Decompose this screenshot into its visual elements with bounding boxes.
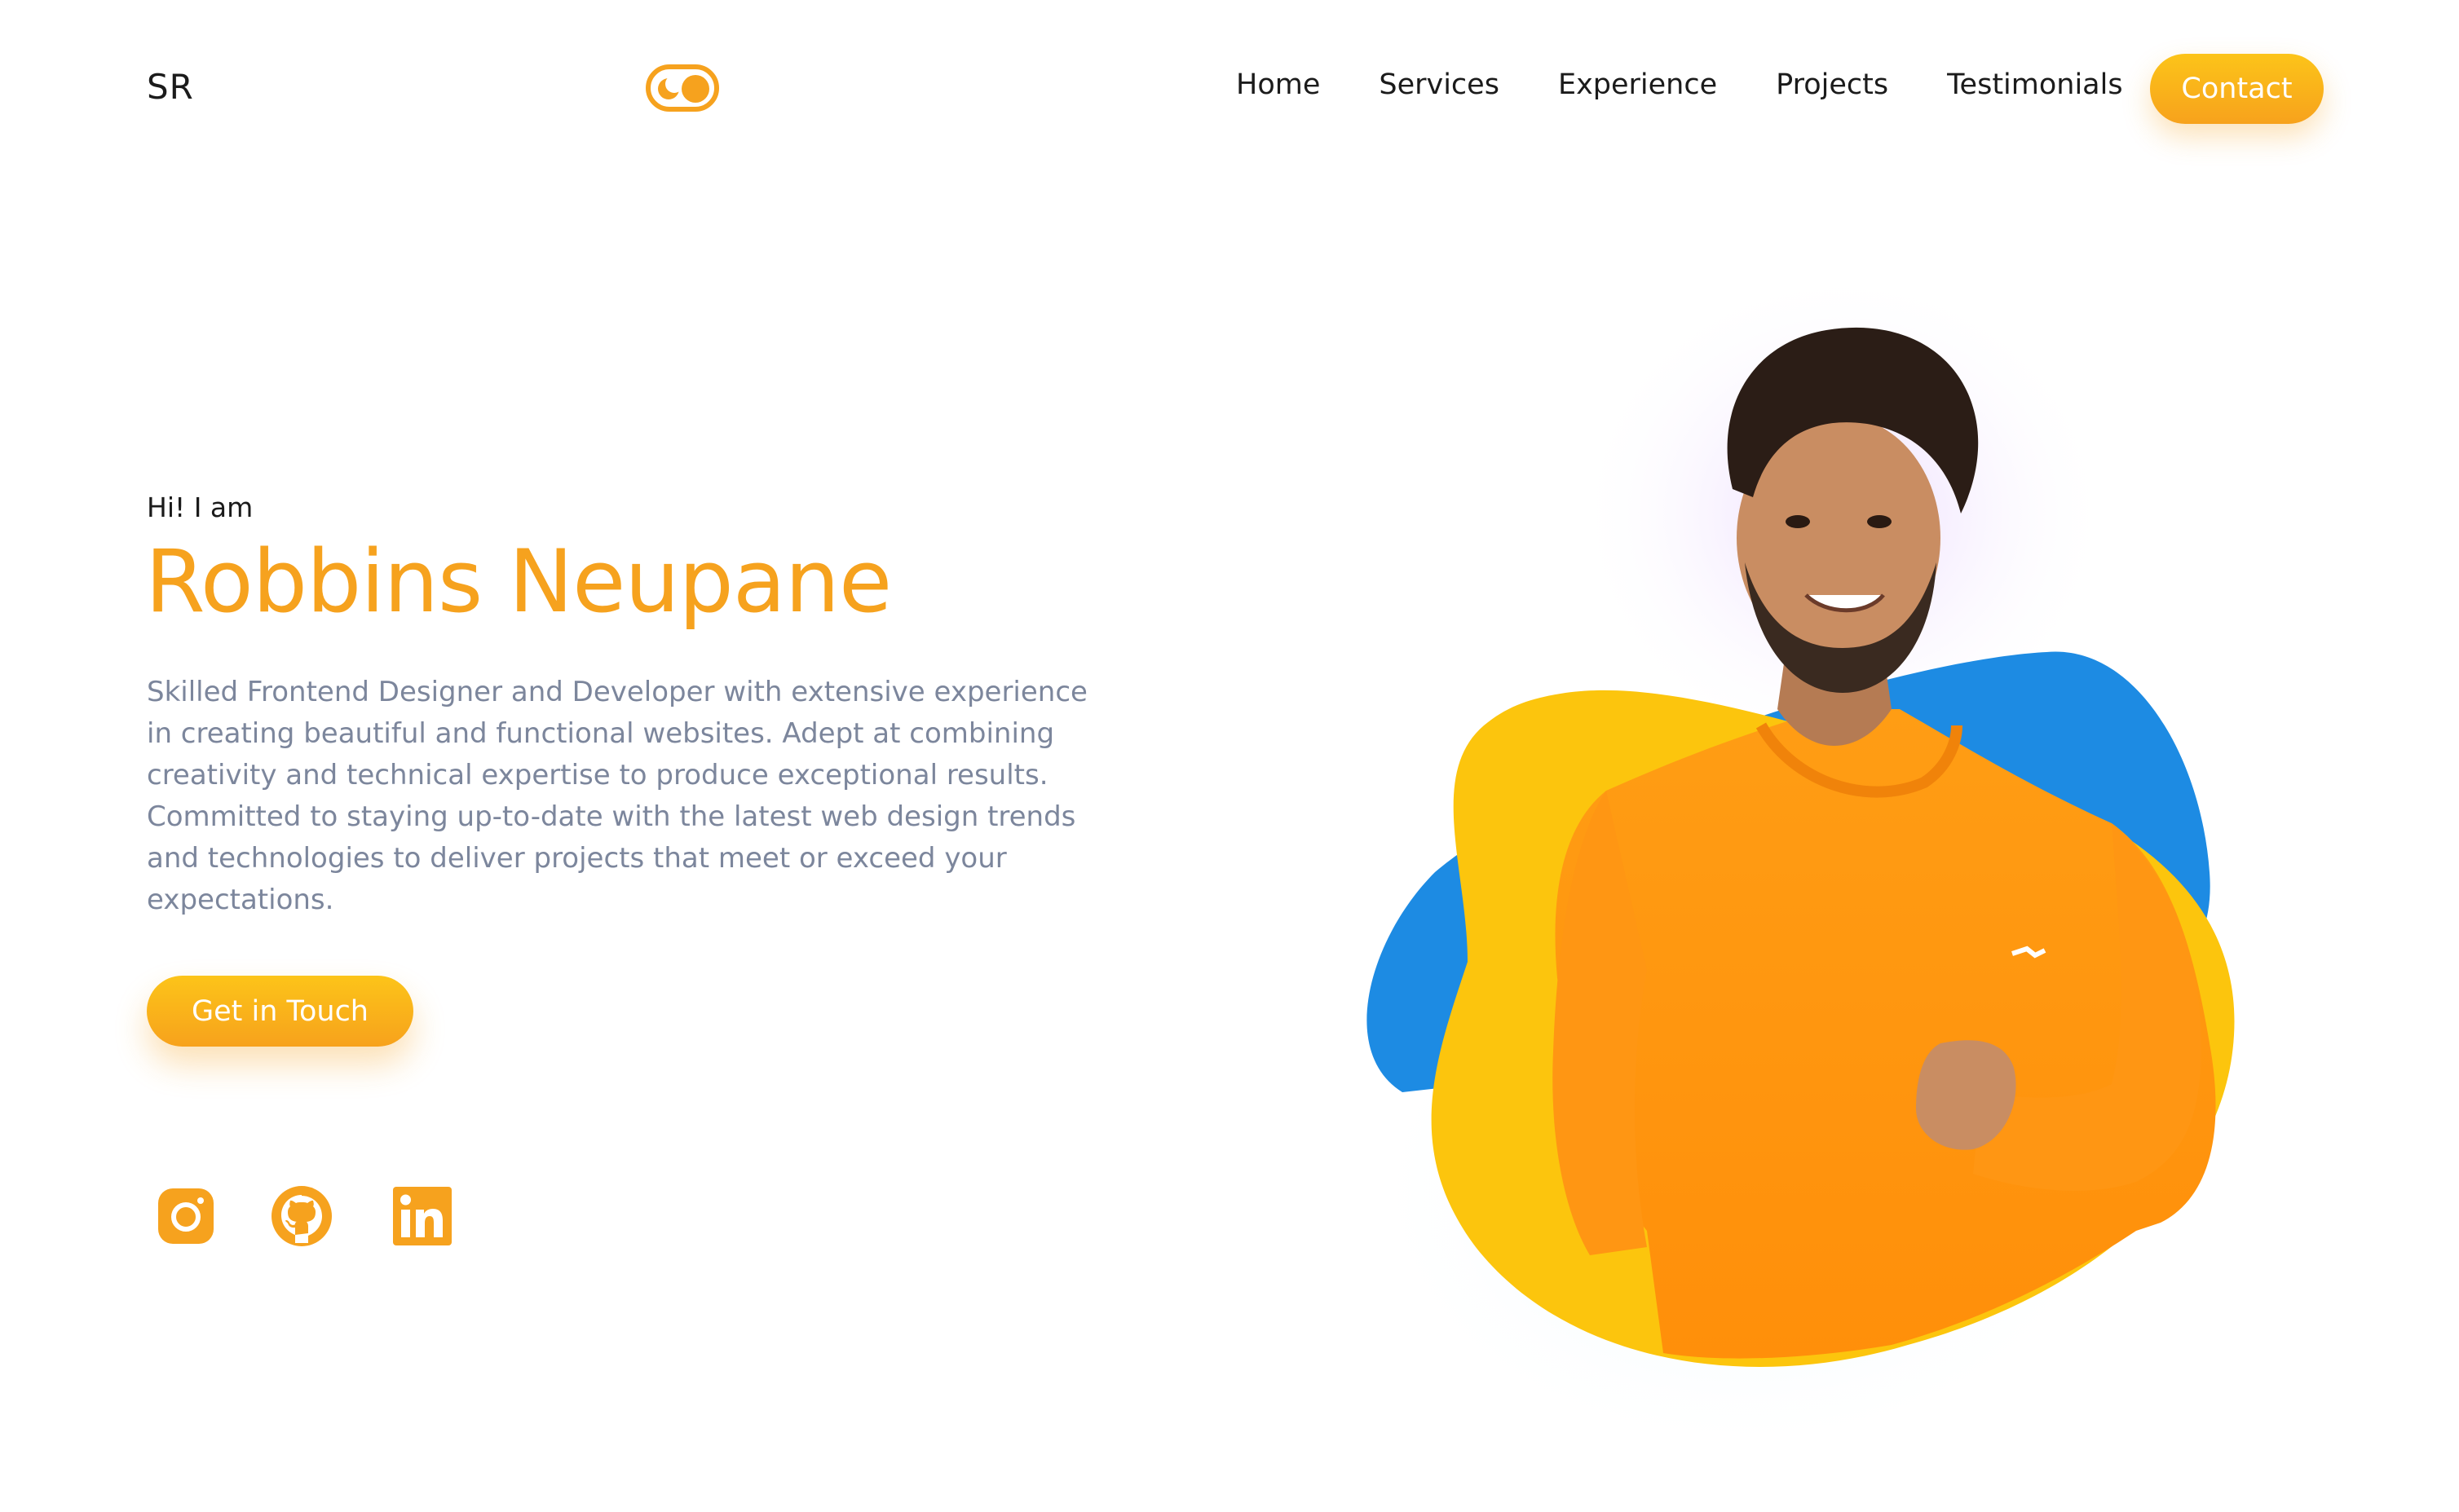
main-nav: Home Services Experience Projects Testim… <box>1236 68 2123 101</box>
nav-link-services[interactable]: Services <box>1379 68 1499 101</box>
contact-button[interactable]: Contact <box>2150 54 2324 124</box>
portfolio-page: SR Home Services Experience Projects Tes… <box>0 0 2459 1512</box>
hero-name: Robbins Neupane <box>145 531 892 632</box>
moon-icon <box>658 75 683 99</box>
nav-link-home[interactable]: Home <box>1236 68 1320 101</box>
instagram-icon[interactable] <box>153 1184 219 1249</box>
theme-toggle-icon[interactable] <box>646 64 719 112</box>
get-in-touch-button[interactable]: Get in Touch <box>147 976 413 1047</box>
hero-greeting: Hi! I am <box>147 492 254 523</box>
toggle-knob <box>682 75 709 103</box>
nav-link-projects[interactable]: Projects <box>1776 68 1888 101</box>
github-icon[interactable] <box>269 1184 334 1249</box>
hero-bio: Skilled Frontend Designer and Developer … <box>147 676 1088 916</box>
linkedin-icon[interactable] <box>390 1184 455 1249</box>
site-logo[interactable]: SR <box>147 67 194 107</box>
nav-link-experience[interactable]: Experience <box>1558 68 1717 101</box>
nav-link-testimonials[interactable]: Testimonials <box>1947 68 2122 101</box>
hero-portrait-image <box>1223 139 2364 1508</box>
